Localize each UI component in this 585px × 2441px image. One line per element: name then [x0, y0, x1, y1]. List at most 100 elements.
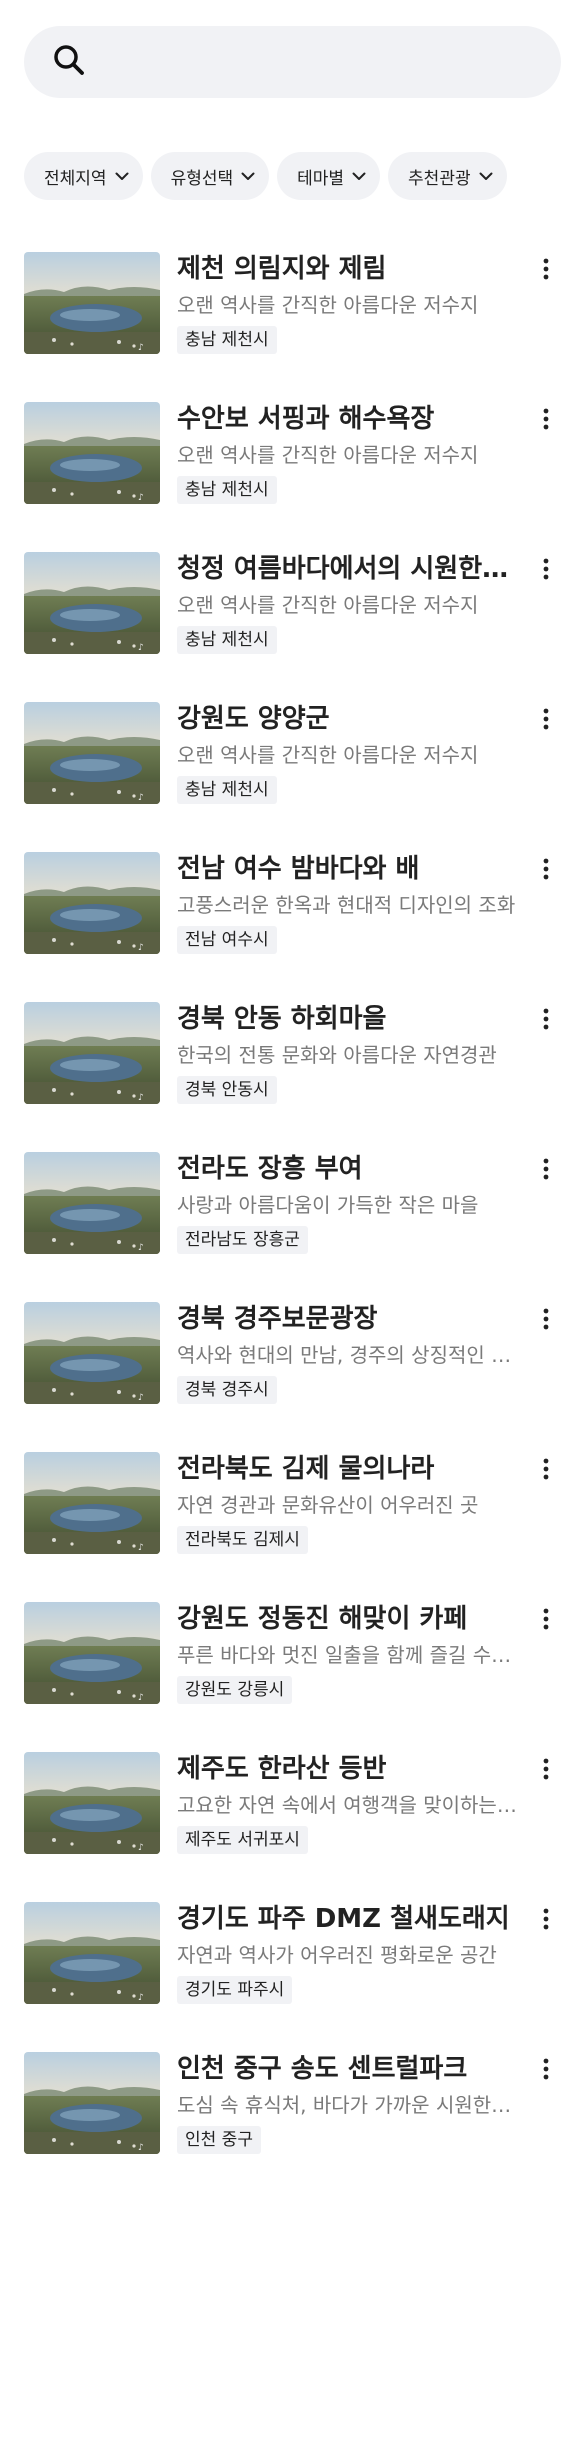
- item-title: 경기도 파주 DMZ 철새도래지: [177, 1904, 510, 1934]
- list-item[interactable]: ♪ 전라북도 김제 물의나라 자연 경관과 문화유산이 어우러진 곳 전라북도 …: [24, 1452, 561, 1602]
- thumbnail-image: ♪: [24, 1452, 160, 1554]
- more-options-icon[interactable]: [531, 404, 561, 434]
- item-description: 사랑과 아름다움이 가득한 작은 마을: [177, 1193, 479, 1217]
- location-tag: 인천 중구: [177, 2126, 261, 2154]
- list-item[interactable]: ♪ 제천 의림지와 제림 오랜 역사를 간직한 아름다운 저수지 충남 제천시: [24, 252, 561, 402]
- location-tag: 전남 여수시: [177, 926, 277, 954]
- thumbnail-image: ♪: [24, 1152, 160, 1254]
- chevron-down-icon: [352, 172, 366, 181]
- item-description: 오랜 역사를 간직한 아름다운 저수지: [177, 593, 479, 617]
- item-description: 자연과 역사가 어우러진 평화로운 공간: [177, 1943, 497, 1967]
- search-input[interactable]: [100, 26, 561, 98]
- list-item[interactable]: ♪ 청정 여름바다에서의 시원한 휴가 오랜 역사를 간직한 아름다운 저수지 …: [24, 552, 561, 702]
- thumbnail-image: ♪: [24, 1902, 160, 2004]
- list-item[interactable]: ♪ 제주도 한라산 등반 고요한 자연 속에서 여행객을 맞이하는 명소 제주도…: [24, 1752, 561, 1902]
- item-description: 푸른 바다와 멋진 일출을 함께 즐길 수 있는 곳: [177, 1643, 517, 1667]
- thumbnail-image: ♪: [24, 552, 160, 654]
- svg-text:♪: ♪: [138, 1843, 144, 1853]
- search-bar[interactable]: [24, 26, 561, 98]
- svg-text:♪: ♪: [138, 643, 144, 653]
- svg-text:♪: ♪: [138, 1543, 144, 1553]
- more-options-icon[interactable]: [531, 1304, 561, 1334]
- location-tag: 충남 제천시: [177, 626, 277, 654]
- filter-chip-label: 유형선택: [170, 168, 234, 189]
- more-options-icon[interactable]: [531, 254, 561, 284]
- more-options-icon[interactable]: [531, 1154, 561, 1184]
- filter-chip-2[interactable]: 유형선택: [150, 152, 270, 200]
- list-item[interactable]: ♪ 강원도 정동진 해맞이 카페 푸른 바다와 멋진 일출을 함께 즐길 수 있…: [24, 1602, 561, 1752]
- location-tag: 경북 경주시: [177, 1376, 277, 1404]
- location-tag: 충남 제천시: [177, 776, 277, 804]
- thumbnail-image: ♪: [24, 1302, 160, 1404]
- item-description: 고요한 자연 속에서 여행객을 맞이하는 명소: [177, 1793, 517, 1817]
- svg-text:♪: ♪: [138, 1993, 144, 2003]
- svg-text:♪: ♪: [138, 2143, 144, 2153]
- list-item[interactable]: ♪ 경북 안동 하회마을 한국의 전통 문화와 아름다운 자연경관 경북 안동시: [24, 1002, 561, 1152]
- thumbnail-image: ♪: [24, 852, 160, 954]
- filter-bar: 전체지역 유형선택 테마별 추천관광: [24, 152, 507, 200]
- item-description: 역사와 현대의 만남, 경주의 상징적인 장소: [177, 1343, 517, 1367]
- item-title: 전라도 장흥 부여: [177, 1154, 363, 1184]
- thumbnail-image: ♪: [24, 1752, 160, 1854]
- item-description: 자연 경관과 문화유산이 어우러진 곳: [177, 1493, 479, 1517]
- chevron-down-icon: [241, 172, 255, 181]
- more-options-icon[interactable]: [531, 1754, 561, 1784]
- list-item[interactable]: ♪ 경북 경주보문광장 역사와 현대의 만남, 경주의 상징적인 장소 경북 경…: [24, 1302, 561, 1452]
- filter-chip-label: 테마별: [297, 168, 345, 189]
- location-tag: 전라남도 장흥군: [177, 1226, 308, 1254]
- location-tag: 제주도 서귀포시: [177, 1826, 308, 1854]
- filter-chip-3[interactable]: 테마별: [277, 152, 381, 200]
- more-options-icon[interactable]: [531, 554, 561, 584]
- more-options-icon[interactable]: [531, 1904, 561, 1934]
- svg-text:♪: ♪: [138, 1243, 144, 1253]
- item-description: 고풍스러운 한옥과 현대적 디자인의 조화: [177, 893, 516, 917]
- svg-text:♪: ♪: [138, 1093, 144, 1103]
- item-description: 오랜 역사를 간직한 아름다운 저수지: [177, 443, 479, 467]
- thumbnail-image: ♪: [24, 2052, 160, 2154]
- thumbnail-image: ♪: [24, 702, 160, 804]
- location-tag: 경북 안동시: [177, 1076, 277, 1104]
- thumbnail-image: ♪: [24, 1602, 160, 1704]
- more-options-icon[interactable]: [531, 1454, 561, 1484]
- item-title: 강원도 양양군: [177, 704, 330, 734]
- thumbnail-image: ♪: [24, 252, 160, 354]
- more-options-icon[interactable]: [531, 1604, 561, 1634]
- more-options-icon[interactable]: [531, 1004, 561, 1034]
- item-title: 경북 경주보문광장: [177, 1304, 378, 1334]
- svg-text:♪: ♪: [138, 343, 144, 353]
- more-options-icon[interactable]: [531, 854, 561, 884]
- item-title: 전라북도 김제 물의나라: [177, 1454, 435, 1484]
- item-description: 오랜 역사를 간직한 아름다운 저수지: [177, 293, 479, 317]
- location-tag: 충남 제천시: [177, 476, 277, 504]
- filter-chip-1[interactable]: 전체지역: [24, 152, 143, 200]
- item-title: 강원도 정동진 해맞이 카페: [177, 1604, 468, 1634]
- list-item[interactable]: ♪ 수안보 서핑과 해수욕장 오랜 역사를 간직한 아름다운 저수지 충남 제천…: [24, 402, 561, 552]
- list-item[interactable]: ♪ 경기도 파주 DMZ 철새도래지 자연과 역사가 어우러진 평화로운 공간 …: [24, 1902, 561, 2052]
- search-icon[interactable]: [52, 43, 86, 81]
- list-item[interactable]: ♪ 전남 여수 밤바다와 배 고풍스러운 한옥과 현대적 디자인의 조화 전남 …: [24, 852, 561, 1002]
- location-tag: 강원도 강릉시: [177, 1676, 293, 1704]
- list-item[interactable]: ♪ 인천 중구 송도 센트럴파크 도심 속 휴식처, 바다가 가까운 시원한 공…: [24, 2052, 561, 2202]
- attraction-list: ♪ 제천 의림지와 제림 오랜 역사를 간직한 아름다운 저수지 충남 제천시: [24, 252, 561, 2202]
- filter-chip-label: 전체지역: [44, 168, 107, 189]
- filter-chip-4[interactable]: 추천관광: [388, 152, 507, 200]
- svg-text:♪: ♪: [138, 1393, 144, 1403]
- item-title: 청정 여름바다에서의 시원한 휴가: [177, 554, 517, 584]
- item-title: 수안보 서핑과 해수욕장: [177, 404, 435, 434]
- more-options-icon[interactable]: [531, 2054, 561, 2084]
- svg-text:♪: ♪: [138, 943, 144, 953]
- list-item[interactable]: ♪ 전라도 장흥 부여 사랑과 아름다움이 가득한 작은 마을 전라남도 장흥군: [24, 1152, 561, 1302]
- svg-text:♪: ♪: [138, 493, 144, 503]
- location-tag: 경기도 파주시: [177, 1976, 293, 2004]
- svg-text:♪: ♪: [138, 1693, 144, 1703]
- list-item[interactable]: ♪ 강원도 양양군 오랜 역사를 간직한 아름다운 저수지 충남 제천시: [24, 702, 561, 852]
- chevron-down-icon: [479, 172, 493, 181]
- item-title: 전남 여수 밤바다와 배: [177, 854, 420, 884]
- item-title: 제주도 한라산 등반: [177, 1754, 387, 1784]
- thumbnail-image: ♪: [24, 1002, 160, 1104]
- svg-text:♪: ♪: [138, 793, 144, 803]
- item-description: 도심 속 휴식처, 바다가 가까운 시원한 공원: [177, 2093, 517, 2117]
- location-tag: 충남 제천시: [177, 326, 277, 354]
- more-options-icon[interactable]: [531, 704, 561, 734]
- thumbnail-image: ♪: [24, 402, 160, 504]
